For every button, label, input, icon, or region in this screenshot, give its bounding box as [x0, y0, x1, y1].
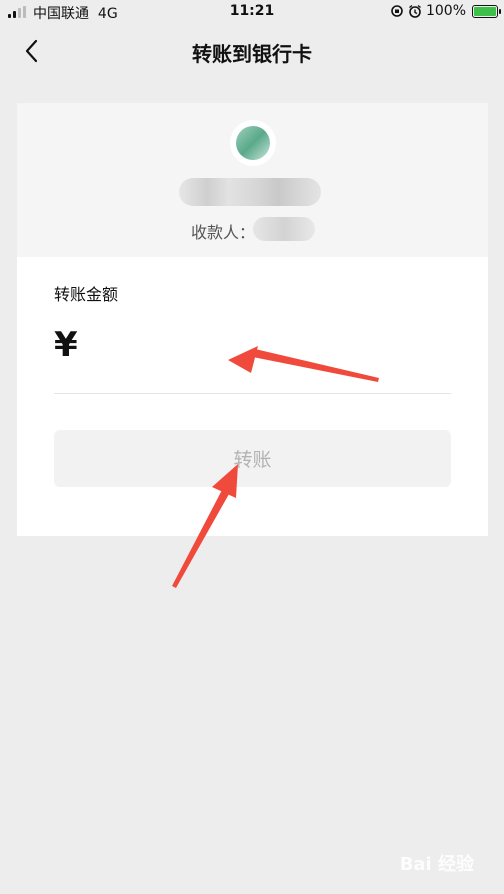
amount-label: 转账金额 — [54, 285, 119, 304]
avatar — [230, 120, 276, 166]
alarm-lock-icon — [391, 5, 403, 17]
amount-input[interactable] — [97, 325, 451, 371]
battery-percent: 100% — [425, 3, 466, 19]
payee-value-blurred — [253, 217, 315, 241]
battery-charging-icon — [472, 4, 501, 18]
transfer-card: 收款人： 转账金额 ¥ 转账 — [17, 103, 488, 536]
status-bar: 中国联通 4G 11:21 100% — [0, 0, 504, 24]
watermark: Bai 经验 — [399, 854, 474, 875]
divider — [54, 393, 451, 394]
payee-label: 收款人： — [191, 223, 256, 242]
page-title: 转账到银行卡 — [192, 42, 312, 66]
payee-header: 收款人： — [17, 103, 488, 257]
currency-symbol: ¥ — [54, 325, 78, 365]
alarm-icon — [409, 4, 421, 18]
transfer-button[interactable]: 转账 — [54, 430, 451, 487]
payee-name-blurred — [179, 178, 321, 206]
status-right: 100% — [390, 3, 501, 19]
